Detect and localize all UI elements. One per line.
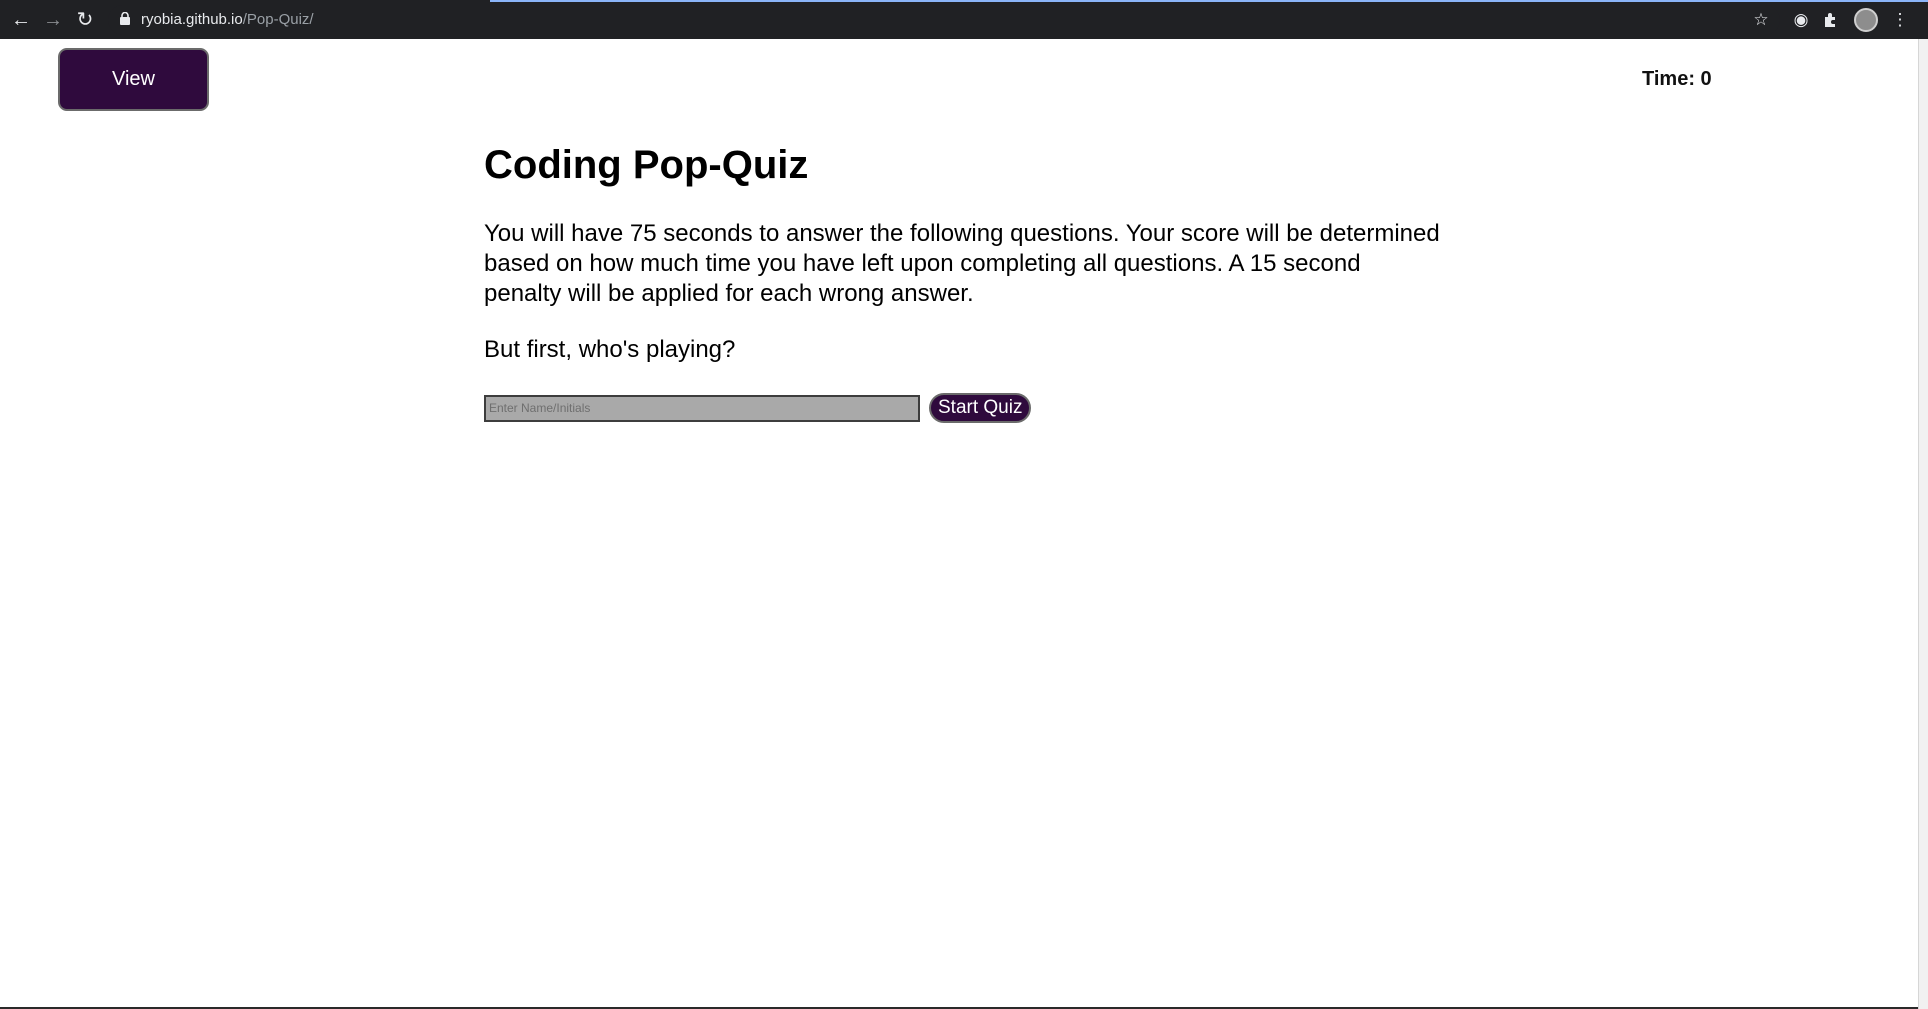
timer-display: Time: 0 — [1642, 68, 1712, 90]
start-quiz-button[interactable]: Start Quiz — [929, 393, 1032, 423]
forward-arrow-icon[interactable]: → — [41, 8, 65, 32]
extension-record-icon[interactable]: ◉ — [1790, 9, 1812, 31]
profile-avatar[interactable] — [1854, 8, 1878, 32]
page-body: View Highscores Time: 0 Coding Pop-Quiz … — [0, 39, 1918, 1009]
url-path: /Pop-Quiz/ — [242, 11, 314, 28]
browser-toolbar: ← → ↻ ryobia.github.io/Pop-Quiz/ ☆ ◉ ⋮ — [0, 0, 1928, 39]
view-highscores-button[interactable]: View Highscores — [58, 48, 209, 149]
player-prompt: But first, who's playing? — [484, 336, 736, 363]
window-right-edge — [1918, 39, 1928, 1009]
address-bar[interactable] — [108, 5, 1780, 35]
bookmark-star-icon[interactable]: ☆ — [1750, 9, 1772, 31]
page-load-progress — [490, 0, 1928, 2]
url-host: ryobia.github.io — [141, 11, 243, 28]
more-menu-icon[interactable]: ⋮ — [1889, 9, 1911, 31]
quiz-instructions: You will have 75 seconds to answer the f… — [484, 220, 1440, 307]
lock-icon — [120, 12, 130, 25]
reload-icon[interactable]: ↻ — [73, 8, 97, 32]
page-title: Coding Pop-Quiz — [484, 143, 809, 187]
back-arrow-icon[interactable]: ← — [9, 8, 33, 32]
extensions-puzzle-icon[interactable] — [1822, 11, 1840, 29]
address-url[interactable]: ryobia.github.io/Pop-Quiz/ — [141, 10, 314, 30]
quiz-intro-section: Coding Pop-Quiz You will have 75 seconds… — [484, 141, 1444, 423]
name-input[interactable] — [484, 394, 920, 422]
start-form: Start Quiz — [484, 393, 1444, 423]
